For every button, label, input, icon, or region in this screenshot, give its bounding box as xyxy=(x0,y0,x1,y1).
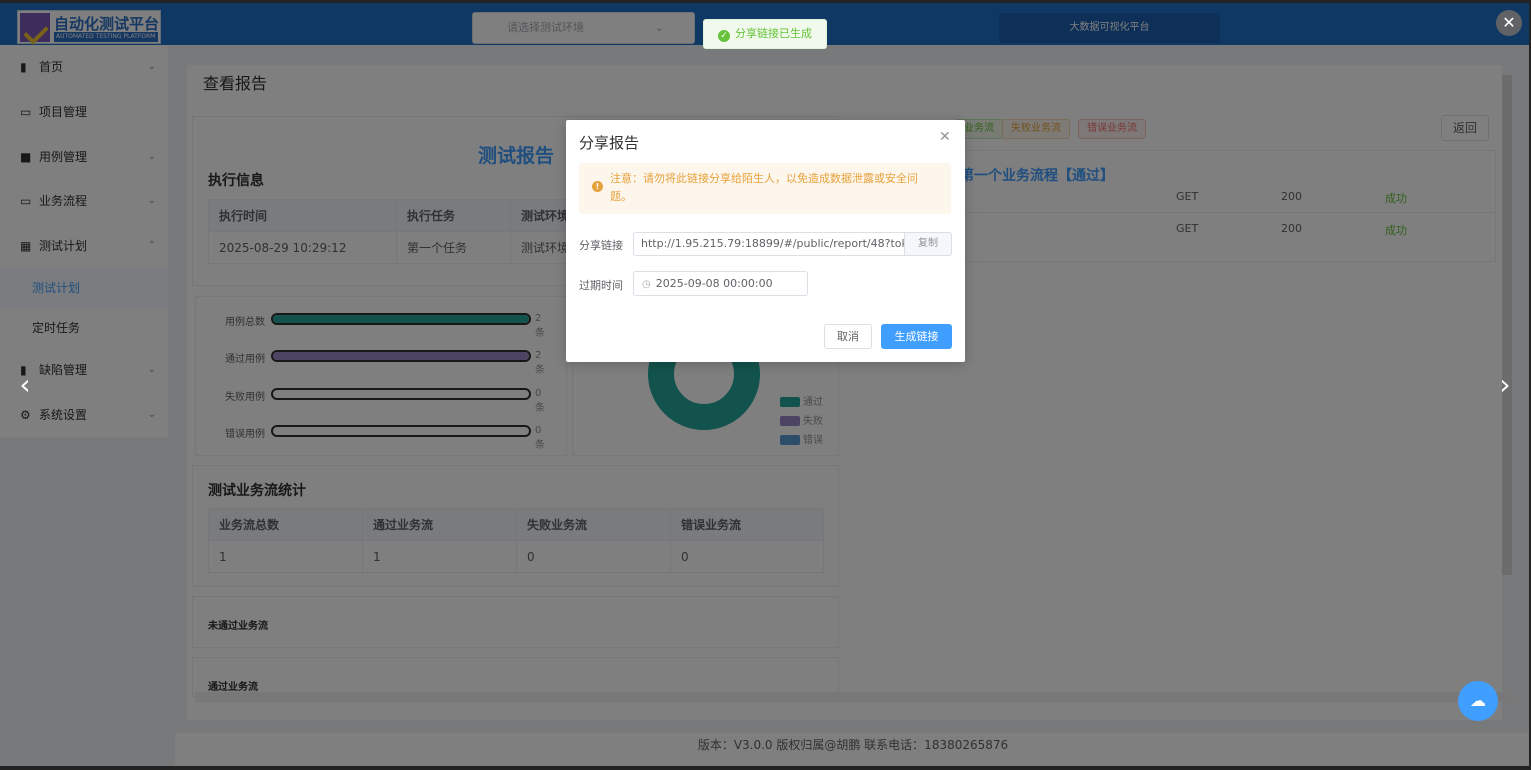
success-toast: ✓ 分享链接已生成 xyxy=(703,19,827,49)
modal-mask[interactable] xyxy=(0,0,1531,770)
expire-time-label: 过期时间 xyxy=(579,279,623,292)
dialog-title: 分享报告 xyxy=(579,134,640,152)
chevron-left-icon[interactable]: ‹ xyxy=(12,368,38,402)
chevron-right-icon[interactable]: › xyxy=(1492,368,1518,402)
share-link-label: 分享链接 xyxy=(579,239,623,252)
cloud-icon[interactable]: ☁ xyxy=(1458,681,1498,721)
expire-time-value: 2025-09-08 00:00:00 xyxy=(655,277,773,290)
frame-edge xyxy=(0,766,1531,770)
copy-button[interactable]: 复制 xyxy=(904,232,952,256)
toast-message: 分享链接已生成 xyxy=(735,27,812,40)
share-link-input[interactable]: http://1.95.215.79:18899/#/public/report… xyxy=(633,232,904,256)
generate-link-button[interactable]: 生成链接 xyxy=(881,324,952,349)
check-circle-icon: ✓ xyxy=(718,30,730,42)
warning-text: 注意：请勿将此链接分享给陌生人，以免造成数据泄露或安全问题。 xyxy=(610,172,918,203)
viewer-close-icon[interactable]: ✕ xyxy=(1496,10,1522,36)
frame-edge xyxy=(0,0,1531,3)
expire-time-picker[interactable]: ◷ 2025-09-08 00:00:00 xyxy=(633,271,808,296)
warning-icon: ! xyxy=(592,181,603,192)
warning-alert: ! 注意：请勿将此链接分享给陌生人，以免造成数据泄露或安全问题。 xyxy=(579,163,951,214)
share-report-dialog: 分享报告 ✕ ! 注意：请勿将此链接分享给陌生人，以免造成数据泄露或安全问题。 … xyxy=(566,120,965,362)
close-icon[interactable]: ✕ xyxy=(939,129,951,145)
cancel-button[interactable]: 取消 xyxy=(824,324,872,349)
clock-icon: ◷ xyxy=(642,279,651,290)
